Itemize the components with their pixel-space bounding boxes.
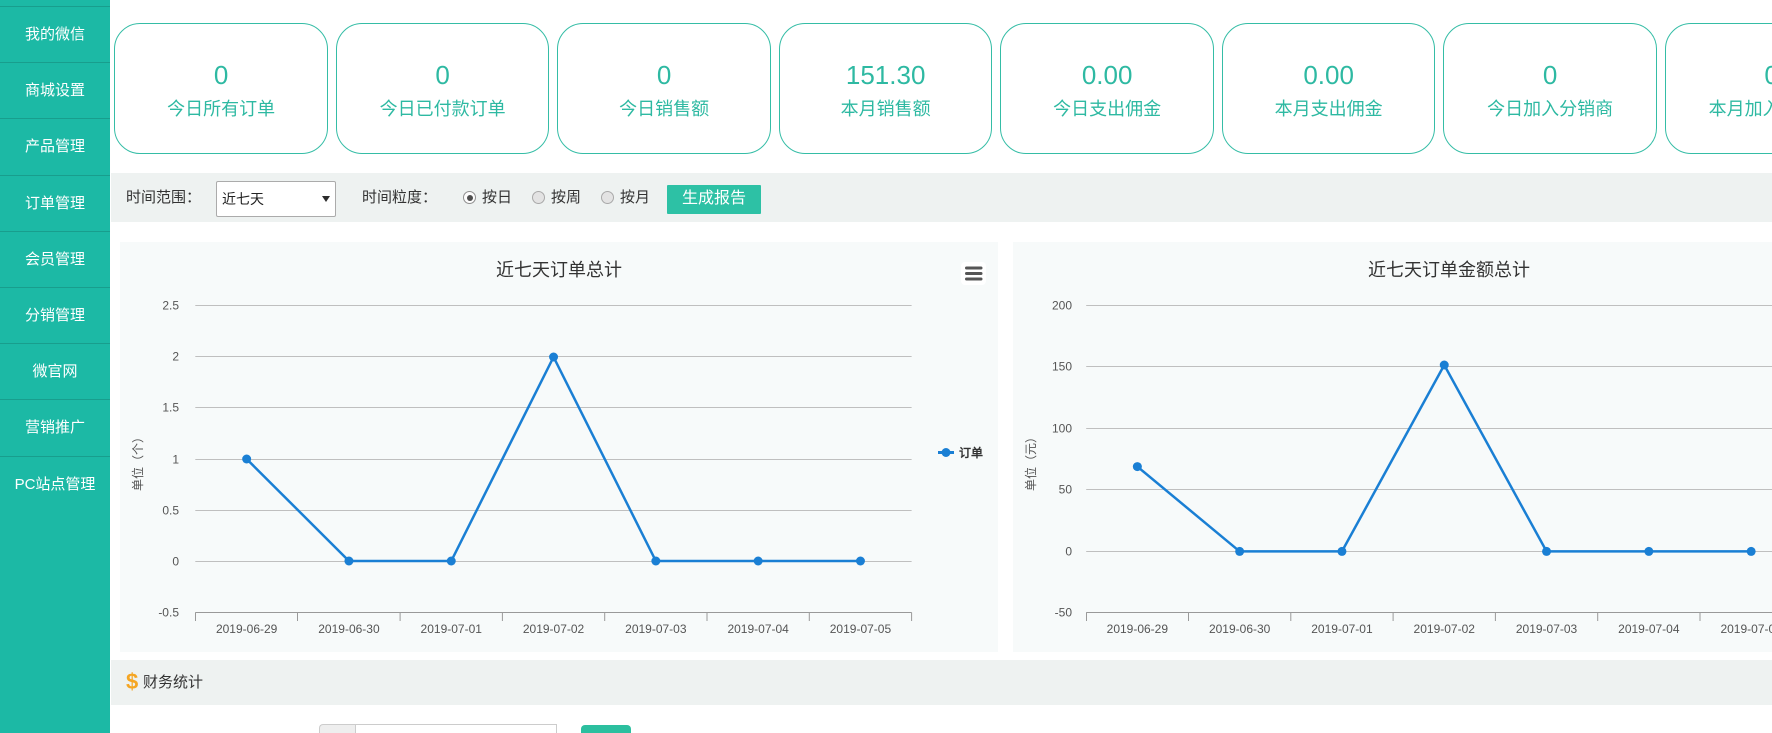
svg-text:近七天订单金额总计: 近七天订单金额总计 <box>1368 260 1530 280</box>
svg-text:2019-06-29: 2019-06-29 <box>1106 622 1168 636</box>
svg-text:近七天订单总计: 近七天订单总计 <box>496 260 622 280</box>
svg-text:200: 200 <box>1052 299 1072 313</box>
svg-text:0: 0 <box>172 555 179 569</box>
svg-text:单位（元）: 单位（元） <box>1023 431 1038 491</box>
svg-text:0: 0 <box>1065 545 1072 559</box>
svg-text:订单: 订单 <box>959 445 983 460</box>
svg-text:单位（个）: 单位（个） <box>130 431 145 491</box>
svg-text:0.5: 0.5 <box>162 504 179 518</box>
svg-text:2019-07-03: 2019-07-03 <box>625 622 687 636</box>
svg-text:100: 100 <box>1052 422 1072 436</box>
svg-text:1: 1 <box>172 453 179 467</box>
svg-text:2019-06-29: 2019-06-29 <box>216 622 278 636</box>
svg-text:-50: -50 <box>1054 606 1072 620</box>
svg-text:2019-07-04: 2019-07-04 <box>727 622 789 636</box>
svg-text:2019-06-30: 2019-06-30 <box>1209 622 1271 636</box>
svg-text:150: 150 <box>1052 360 1072 374</box>
svg-text:2019-07-05: 2019-07-05 <box>829 622 891 636</box>
svg-text:2019-07-03: 2019-07-03 <box>1516 622 1578 636</box>
svg-text:1.5: 1.5 <box>162 401 179 415</box>
svg-text:2019-07-01: 2019-07-01 <box>420 622 482 636</box>
svg-text:2019-07-04: 2019-07-04 <box>1618 622 1680 636</box>
svg-text:50: 50 <box>1058 483 1072 497</box>
svg-text:2019-07-02: 2019-07-02 <box>523 622 585 636</box>
svg-text:2019-07-05: 2019-07-05 <box>1720 622 1772 636</box>
svg-text:2019-07-02: 2019-07-02 <box>1413 622 1475 636</box>
svg-text:2: 2 <box>172 350 179 364</box>
svg-text:2019-07-01: 2019-07-01 <box>1311 622 1373 636</box>
svg-text:2.5: 2.5 <box>162 299 179 313</box>
svg-text:2019-06-30: 2019-06-30 <box>318 622 380 636</box>
svg-text:-0.5: -0.5 <box>158 606 179 620</box>
